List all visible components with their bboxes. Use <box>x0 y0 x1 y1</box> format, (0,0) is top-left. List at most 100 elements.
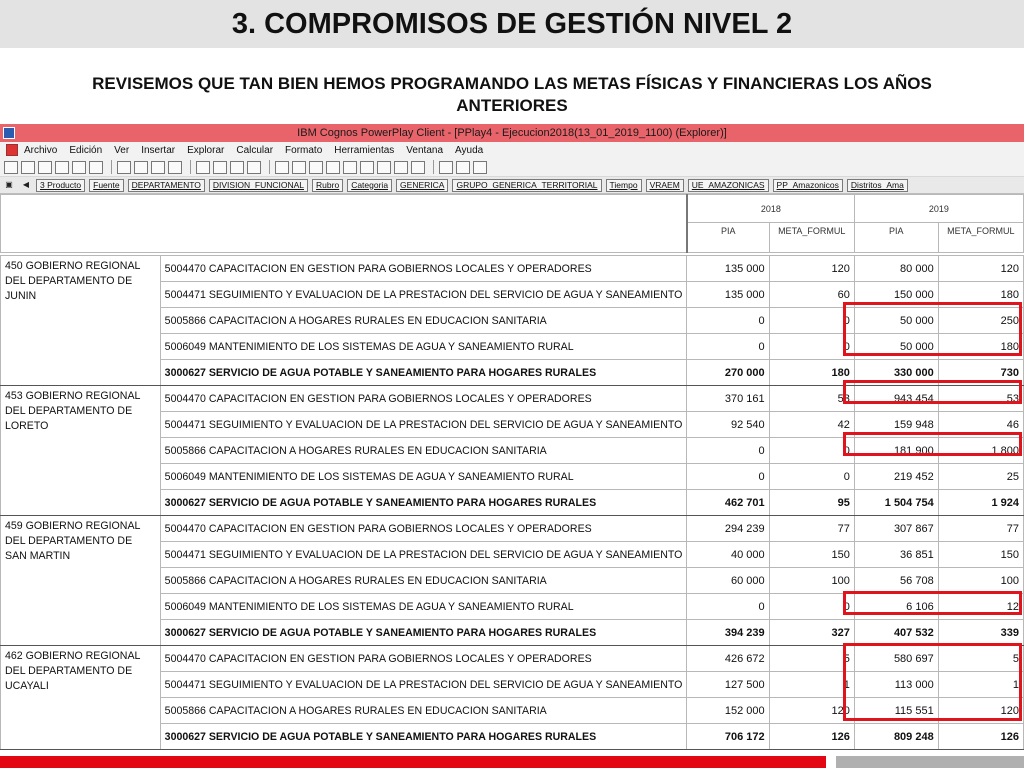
total-label[interactable]: 3000627 SERVICIO DE AGUA POTABLE Y SANEA… <box>159 489 688 516</box>
open-icon[interactable] <box>21 160 35 174</box>
find-icon[interactable] <box>230 160 244 174</box>
dimension-folder-icon[interactable]: ▣ <box>2 179 16 191</box>
menu-explorar[interactable]: Explorar <box>187 145 224 156</box>
header-row-years: 2018 2019 <box>0 194 1024 253</box>
value-cell: 5 <box>768 645 855 672</box>
product-label[interactable]: 5006049 MANTENIMIENTO DE LOS SISTEMAS DE… <box>159 463 688 490</box>
value-cell: 0 <box>686 463 770 490</box>
product-label[interactable]: 5004470 CAPACITACION EN GESTION PARA GOB… <box>159 255 688 282</box>
measure-header[interactable]: META_FORMUL <box>768 222 855 253</box>
total-value-cell: 1 504 754 <box>853 489 939 516</box>
window-icon[interactable] <box>456 160 470 174</box>
total-value-cell: 339 <box>937 619 1024 646</box>
dimension-button[interactable]: Tiempo <box>605 178 642 192</box>
table-icon[interactable] <box>168 160 182 174</box>
product-label[interactable]: 5005866 CAPACITACION A HOGARES RURALES E… <box>159 697 688 724</box>
value-cell: 120 <box>768 255 855 282</box>
footer-gray-bar <box>836 756 1024 768</box>
pie-chart-icon[interactable] <box>309 160 323 174</box>
region-label[interactable]: 462 GOBIERNO REGIONAL DEL DEPARTAMENTO D… <box>0 645 161 750</box>
product-label[interactable]: 5004470 CAPACITACION EN GESTION PARA GOB… <box>159 645 688 672</box>
menu-edicion[interactable]: Edición <box>69 145 102 156</box>
total-value-cell: 462 701 <box>686 489 770 516</box>
product-label[interactable]: 5004471 SEGUIMIENTO Y EVALUACION DE LA P… <box>159 671 688 698</box>
year-header[interactable]: 2019 <box>853 194 1024 223</box>
print-icon[interactable] <box>55 160 69 174</box>
measure-header[interactable]: PIA <box>686 222 770 253</box>
line-chart-icon[interactable] <box>360 160 374 174</box>
value-cell: 120 <box>768 697 855 724</box>
stacked-chart-icon[interactable] <box>343 160 357 174</box>
dimension-button[interactable]: GENERICA <box>396 178 449 192</box>
value-cell: 36 851 <box>853 541 939 568</box>
highlight-box <box>843 432 1022 456</box>
product-label[interactable]: 5004470 CAPACITACION EN GESTION PARA GOB… <box>159 515 688 542</box>
measure-header[interactable]: PIA <box>853 222 939 253</box>
column-chart-icon[interactable] <box>326 160 340 174</box>
menu-calcular[interactable]: Calcular <box>236 145 273 156</box>
swap-icon[interactable] <box>247 160 261 174</box>
menu-insertar[interactable]: Insertar <box>141 145 175 156</box>
menu-archivo[interactable]: Archivo <box>24 145 57 156</box>
total-label[interactable]: 3000627 SERVICIO DE AGUA POTABLE Y SANEA… <box>159 723 688 750</box>
total-label[interactable]: 3000627 SERVICIO DE AGUA POTABLE Y SANEA… <box>159 619 688 646</box>
drill-icon[interactable] <box>117 160 131 174</box>
undo-icon[interactable] <box>89 160 103 174</box>
new-icon[interactable] <box>4 160 18 174</box>
region-label[interactable]: 450 GOBIERNO REGIONAL DEL DEPARTAMENTO D… <box>0 255 161 386</box>
measure-header[interactable]: META_FORMUL <box>937 222 1024 253</box>
dimension-button[interactable]: DIVISION_FUNCIONAL <box>208 178 309 192</box>
product-label[interactable]: 5005866 CAPACITACION A HOGARES RURALES E… <box>159 307 688 334</box>
product-label[interactable]: 5005866 CAPACITACION A HOGARES RURALES E… <box>159 567 688 594</box>
value-cell: 77 <box>768 515 855 542</box>
3d-chart-icon[interactable] <box>411 160 425 174</box>
scroll-left-icon[interactable]: ◀ <box>19 179 33 191</box>
menu-ver[interactable]: Ver <box>114 145 129 156</box>
total-value-cell: 1 924 <box>937 489 1024 516</box>
crosstab-icon[interactable] <box>275 160 289 174</box>
region-label[interactable]: 459 GOBIERNO REGIONAL DEL DEPARTAMENTO D… <box>0 515 161 646</box>
product-label[interactable]: 5005866 CAPACITACION A HOGARES RURALES E… <box>159 437 688 464</box>
layout-icon[interactable] <box>439 160 453 174</box>
area-chart-icon[interactable] <box>377 160 391 174</box>
value-cell: 150 <box>937 541 1024 568</box>
grid-icon[interactable] <box>151 160 165 174</box>
dimension-button[interactable]: PP_Amazonicos <box>772 178 843 192</box>
total-value-cell: 126 <box>768 723 855 750</box>
help-icon[interactable] <box>473 160 487 174</box>
dimension-button[interactable]: VRAEM <box>645 178 684 192</box>
product-label[interactable]: 5006049 MANTENIMIENTO DE LOS SISTEMAS DE… <box>159 333 688 360</box>
menu-ventana[interactable]: Ventana <box>406 145 443 156</box>
preview-icon[interactable] <box>72 160 86 174</box>
year-header[interactable]: 2018 <box>686 194 855 223</box>
dimension-button[interactable]: Rubro <box>312 178 344 192</box>
region-label[interactable]: 453 GOBIERNO REGIONAL DEL DEPARTAMENTO D… <box>0 385 161 516</box>
value-cell: 150 <box>768 541 855 568</box>
highlight-box <box>843 643 1022 721</box>
dimension-button[interactable]: Categoria <box>347 178 393 192</box>
value-cell: 60 <box>768 281 855 308</box>
insert-icon[interactable] <box>134 160 148 174</box>
product-label[interactable]: 5006049 MANTENIMIENTO DE LOS SISTEMAS DE… <box>159 593 688 620</box>
scatter-chart-icon[interactable] <box>394 160 408 174</box>
rank-icon[interactable] <box>213 160 227 174</box>
save-icon[interactable] <box>38 160 52 174</box>
sort-icon[interactable] <box>196 160 210 174</box>
value-cell: 0 <box>686 437 770 464</box>
product-label[interactable]: 5004471 SEGUIMIENTO Y EVALUACION DE LA P… <box>159 411 688 438</box>
menu-formato[interactable]: Formato <box>285 145 322 156</box>
menu-herramientas[interactable]: Herramientas <box>334 145 394 156</box>
menu-ayuda[interactable]: Ayuda <box>455 145 483 156</box>
total-label[interactable]: 3000627 SERVICIO DE AGUA POTABLE Y SANEA… <box>159 359 688 386</box>
dimension-button[interactable]: UE_AMAZONICAS <box>687 178 769 192</box>
dimension-button[interactable]: Distritos_Ama <box>846 178 908 192</box>
dimension-button[interactable]: GRUPO_GENERICA_TERRITORIAL <box>452 178 602 192</box>
product-label[interactable]: 5004471 SEGUIMIENTO Y EVALUACION DE LA P… <box>159 541 688 568</box>
value-cell: 80 000 <box>853 255 939 282</box>
dimension-button[interactable]: 3 Producto <box>36 178 86 192</box>
dimension-button[interactable]: Fuente <box>89 178 124 192</box>
dimension-button[interactable]: DEPARTAMENTO <box>127 178 205 192</box>
bar-chart-icon[interactable] <box>292 160 306 174</box>
product-label[interactable]: 5004470 CAPACITACION EN GESTION PARA GOB… <box>159 385 688 412</box>
product-label[interactable]: 5004471 SEGUIMIENTO Y EVALUACION DE LA P… <box>159 281 688 308</box>
